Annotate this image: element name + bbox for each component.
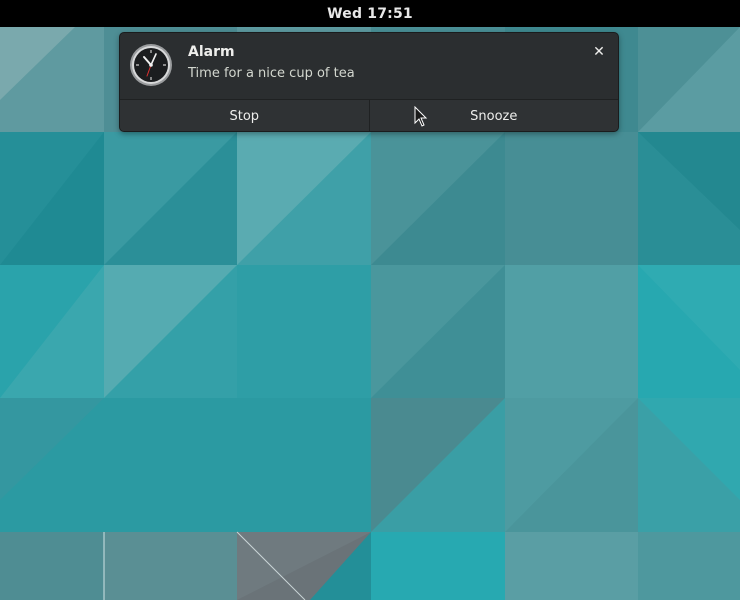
desktop: Wed 17:51 Alarm Time for a nice cup of t… [0, 0, 740, 600]
top-bar: Wed 17:51 [0, 0, 740, 27]
notification-body: Time for a nice cup of tea [188, 66, 355, 81]
close-button[interactable]: ✕ [590, 43, 608, 61]
clock-icon [130, 44, 172, 86]
close-icon: ✕ [593, 44, 605, 60]
snooze-button[interactable]: Snooze [370, 100, 619, 131]
notification-actions: Stop Snooze [120, 99, 619, 131]
notification-title: Alarm [188, 44, 235, 60]
clock-button[interactable]: Wed 17:51 [327, 6, 413, 22]
alarm-notification[interactable]: Alarm Time for a nice cup of tea ✕ Stop … [119, 32, 619, 132]
stop-button[interactable]: Stop [120, 100, 370, 131]
